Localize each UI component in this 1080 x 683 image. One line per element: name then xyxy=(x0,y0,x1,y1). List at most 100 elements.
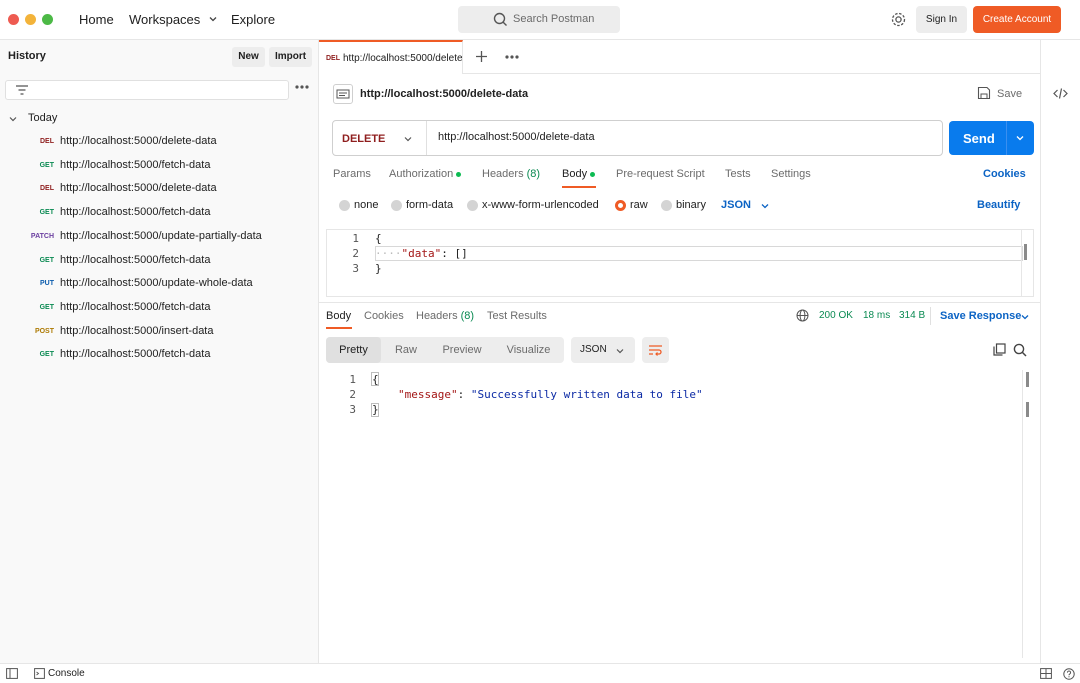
radio-button[interactable] xyxy=(661,200,672,211)
sidebar-toggle-icon[interactable] xyxy=(6,668,18,679)
history-item-method: GET xyxy=(39,303,54,311)
history-item-url: http://localhost:5000/fetch-data xyxy=(60,253,211,266)
plus-icon[interactable] xyxy=(475,50,488,63)
response-format-select[interactable]: JSON xyxy=(571,337,635,363)
copy-icon[interactable] xyxy=(993,343,1006,356)
editor-scrollbar[interactable] xyxy=(1022,370,1023,658)
nav-explore[interactable]: Explore xyxy=(231,0,275,40)
history-item[interactable]: DEL http://localhost:5000/delete-data xyxy=(0,132,318,152)
response-tab-test-results[interactable]: Test Results xyxy=(487,310,547,322)
history-item[interactable]: GET http://localhost:5000/fetch-data xyxy=(0,345,318,365)
http-request-icon xyxy=(333,84,353,104)
tab-params[interactable]: Params xyxy=(333,168,371,188)
new-button[interactable]: New xyxy=(232,47,265,67)
response-divider[interactable] xyxy=(319,302,1040,303)
response-tab-headers[interactable]: Headers (8) xyxy=(416,310,474,322)
response-time[interactable]: 18 ms xyxy=(863,310,890,321)
history-item[interactable]: GET http://localhost:5000/fetch-data xyxy=(0,251,318,271)
response-body-viewer[interactable]: 1 { 2 "message": "Successfully written d… xyxy=(326,370,1034,660)
radio-button[interactable] xyxy=(467,200,478,211)
search-icon[interactable] xyxy=(1013,343,1027,357)
scrollbar-thumb[interactable] xyxy=(1026,402,1029,417)
wrap-lines-icon xyxy=(649,345,662,356)
request-body-editor[interactable]: 1 { 2 ····"data": [] 3 } xyxy=(326,229,1034,297)
history-item-url: http://localhost:5000/update-whole-data xyxy=(60,277,253,290)
console-icon[interactable] xyxy=(34,668,45,679)
response-tab-body[interactable]: Body xyxy=(326,310,351,322)
url-input[interactable]: http://localhost:5000/delete-data xyxy=(438,131,595,143)
code-icon[interactable] xyxy=(1053,87,1068,100)
method-select[interactable]: DELETE xyxy=(342,133,385,145)
search-input[interactable]: Search Postman xyxy=(458,6,620,33)
view-preview[interactable]: Preview xyxy=(431,337,493,363)
code-line: } xyxy=(375,262,382,275)
scrollbar-thumb[interactable] xyxy=(1024,244,1027,260)
history-item[interactable]: GET http://localhost:5000/fetch-data xyxy=(0,203,318,223)
history-item-method: PATCH xyxy=(30,232,54,240)
nav-home[interactable]: Home xyxy=(79,0,114,40)
body-format-select[interactable]: JSON xyxy=(721,199,751,211)
chevron-down-icon[interactable] xyxy=(403,134,413,144)
tab-settings[interactable]: Settings xyxy=(771,168,811,188)
request-title[interactable]: http://localhost:5000/delete-data xyxy=(360,88,528,100)
view-raw[interactable]: Raw xyxy=(381,337,431,363)
history-item[interactable]: GET http://localhost:5000/fetch-data xyxy=(0,156,318,176)
tab-prerequest-script[interactable]: Pre-request Script xyxy=(616,168,705,188)
save-response-button[interactable]: Save Response xyxy=(940,310,1021,322)
history-item-method: PUT xyxy=(40,280,54,288)
console-button[interactable]: Console xyxy=(48,668,85,679)
cookies-link[interactable]: Cookies xyxy=(983,168,1026,180)
editor-scrollbar[interactable] xyxy=(1021,230,1033,296)
view-visualize[interactable]: Visualize xyxy=(493,337,564,363)
tab-body[interactable]: Body xyxy=(562,168,596,188)
sidebar-title: History xyxy=(8,50,46,62)
chevron-down-icon[interactable] xyxy=(760,201,770,211)
line-number: 2 xyxy=(349,388,356,401)
beautify-button[interactable]: Beautify xyxy=(977,199,1020,211)
import-button[interactable]: Import xyxy=(269,47,312,67)
line-number: 1 xyxy=(352,232,359,245)
radio-button[interactable] xyxy=(339,200,350,211)
window-zoom-button[interactable] xyxy=(42,14,53,25)
status-badge[interactable]: 200 OK xyxy=(819,310,853,321)
history-item-method: GET xyxy=(39,161,54,169)
radio-button-selected[interactable] xyxy=(615,200,626,211)
window-minimize-button[interactable] xyxy=(25,14,36,25)
history-item-url: http://localhost:5000/fetch-data xyxy=(60,206,211,219)
more-tabs-icon[interactable] xyxy=(505,54,519,60)
chevron-down-icon[interactable] xyxy=(1015,133,1025,143)
radio-button[interactable] xyxy=(391,200,402,211)
response-tab-cookies[interactable]: Cookies xyxy=(364,310,404,322)
response-size[interactable]: 314 B xyxy=(899,310,925,321)
history-item[interactable]: DEL http://localhost:5000/delete-data xyxy=(0,179,318,199)
tab-headers[interactable]: Headers (8) xyxy=(482,168,540,188)
history-item[interactable]: GET http://localhost:5000/fetch-data xyxy=(0,298,318,318)
tab-authorization[interactable]: Authorization xyxy=(389,168,462,188)
sign-in-button[interactable]: Sign In xyxy=(916,6,967,33)
save-button[interactable]: Save xyxy=(997,88,1022,100)
layout-toggle-icon[interactable] xyxy=(1040,668,1052,679)
wrap-lines-button[interactable] xyxy=(642,337,669,363)
code-line: "message": "Successfully written data to… xyxy=(398,388,703,401)
tab-delete-data[interactable]: DEL http://localhost:5000/delete-data xyxy=(319,40,463,74)
globe-icon[interactable] xyxy=(796,309,809,322)
nav-workspaces[interactable]: Workspaces xyxy=(129,0,218,40)
history-item-method: POST xyxy=(34,327,54,335)
history-item[interactable]: PUT http://localhost:5000/update-whole-da… xyxy=(0,274,318,294)
scrollbar-thumb[interactable] xyxy=(1026,372,1029,387)
history-filter-input[interactable] xyxy=(5,80,289,100)
chevron-down-icon[interactable] xyxy=(1020,312,1030,322)
help-icon[interactable] xyxy=(1063,668,1075,680)
history-item[interactable]: PATCH http://localhost:5000/update-partia… xyxy=(0,227,318,247)
radio-label: x-www-form-urlencoded xyxy=(482,199,599,211)
json-key: "message" xyxy=(398,388,458,401)
window-close-button[interactable] xyxy=(8,14,19,25)
send-button[interactable]: Send xyxy=(949,121,1034,155)
view-pretty[interactable]: Pretty xyxy=(326,337,381,363)
save-icon[interactable] xyxy=(977,86,991,100)
history-item[interactable]: POST http://localhost:5000/insert-data xyxy=(0,322,318,342)
gear-icon[interactable] xyxy=(890,11,907,28)
create-account-button[interactable]: Create Account xyxy=(973,6,1061,33)
more-options-icon[interactable] xyxy=(295,84,309,90)
tab-tests[interactable]: Tests xyxy=(725,168,751,188)
